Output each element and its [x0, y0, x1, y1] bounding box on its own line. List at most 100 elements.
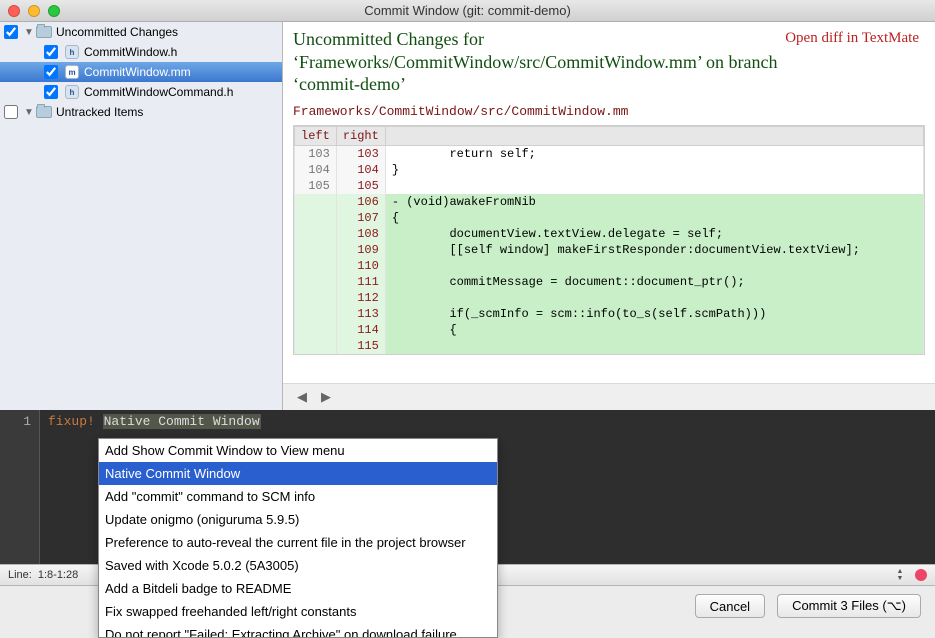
diff-row: 107{ — [295, 210, 924, 226]
autocomplete-item[interactable]: Saved with Xcode 5.0.2 (5A3005) — [99, 554, 497, 577]
macro-record-indicator[interactable] — [915, 569, 927, 581]
tree-group-label: Untracked Items — [56, 105, 143, 119]
tree-group-label: Uncommitted Changes — [56, 25, 178, 39]
tree-file-row[interactable]: h CommitWindow.h — [0, 42, 282, 62]
commit-button[interactable]: Commit 3 Files (⌥) — [777, 594, 921, 618]
diff-row: 114 { — [295, 322, 924, 338]
autocomplete-item[interactable]: Update onigmo (oniguruma 5.9.5) — [99, 508, 497, 531]
next-diff-button[interactable]: ▶ — [315, 388, 337, 406]
autocomplete-item[interactable]: Preference to auto-reveal the current fi… — [99, 531, 497, 554]
group-checkbox[interactable] — [4, 25, 18, 39]
autocomplete-popup[interactable]: Add Show Commit Window to View menuNativ… — [98, 438, 498, 638]
file-checkbox[interactable] — [44, 65, 58, 79]
tree-file-label: CommitWindow.mm — [84, 65, 191, 79]
diff-right-lineno: 104 — [336, 162, 385, 178]
diff-left-lineno — [295, 290, 337, 306]
stepper-down-icon[interactable]: ▼ — [893, 575, 907, 582]
diff-row: 108 documentView.textView.delegate = sel… — [295, 226, 924, 242]
autocomplete-item[interactable]: Add a Bitdeli badge to README — [99, 577, 497, 600]
diff-code — [385, 290, 923, 306]
diff-pane: Open diff in TextMate Uncommitted Change… — [283, 22, 935, 410]
diff-left-lineno: 104 — [295, 162, 337, 178]
autocomplete-item[interactable]: Do not report "Failed: Extracting Archiv… — [99, 623, 497, 638]
diff-left-lineno — [295, 322, 337, 338]
diff-row: 104104} — [295, 162, 924, 178]
traffic-lights — [0, 5, 60, 17]
diff-row: 105105 — [295, 178, 924, 194]
disclosure-triangle-icon[interactable]: ▼ — [24, 107, 34, 117]
diff-right-lineno: 108 — [336, 226, 385, 242]
tree-group-untracked[interactable]: ▼ Untracked Items — [0, 102, 282, 122]
diff-code: commitMessage = document::document_ptr()… — [385, 274, 923, 290]
tree-file-label: CommitWindow.h — [84, 45, 177, 59]
diff-row: 113 if(_scmInfo = scm::info(to_s(self.sc… — [295, 306, 924, 322]
diff-th-right: right — [336, 126, 385, 145]
commit-message-editor[interactable]: 1 fixup! Native Commit Window — [0, 410, 935, 438]
cancel-button[interactable]: Cancel — [695, 594, 765, 618]
source-file-icon: h — [64, 45, 80, 59]
source-file-icon: m — [64, 65, 80, 79]
diff-left-lineno — [295, 274, 337, 290]
source-file-icon: h — [64, 85, 80, 99]
file-checkbox[interactable] — [44, 45, 58, 59]
diff-code: { — [385, 210, 923, 226]
diff-code: [[self window] makeFirstResponder:docume… — [385, 242, 923, 258]
status-position: 1:8-1:28 — [38, 569, 78, 581]
diff-left-lineno — [295, 258, 337, 274]
diff-right-lineno: 109 — [336, 242, 385, 258]
minimize-window-button[interactable] — [28, 5, 40, 17]
diff-nav: ◀ ▶ — [283, 383, 935, 410]
autocomplete-item[interactable]: Native Commit Window — [99, 462, 497, 485]
diff-left-lineno — [295, 210, 337, 226]
diff-row: 111 commitMessage = document::document_p… — [295, 274, 924, 290]
diff-row: 106- (void)awakeFromNib — [295, 194, 924, 210]
disclosure-triangle-icon[interactable]: ▼ — [24, 27, 34, 37]
stepper-up-icon[interactable]: ▲ — [893, 568, 907, 575]
commit-button-row: Cancel Commit 3 Files (⌥) — [695, 594, 921, 618]
editor-selection: Native Commit Window — [103, 414, 261, 429]
diff-table-scroll[interactable]: left right 103103 return self;104104}105… — [293, 125, 925, 355]
editor-line[interactable]: fixup! Native Commit Window — [40, 410, 261, 438]
diff-code: if(_scmInfo = scm::info(to_s(self.scmPat… — [385, 306, 923, 322]
diff-left-lineno — [295, 226, 337, 242]
file-checkbox[interactable] — [44, 85, 58, 99]
diff-left-lineno — [295, 306, 337, 322]
diff-left-lineno: 105 — [295, 178, 337, 194]
diff-code — [385, 338, 923, 354]
diff-heading: Uncommitted Changes for ‘Frameworks/Comm… — [293, 28, 783, 96]
file-tree-sidebar[interactable]: ▼ Uncommitted Changes h CommitWindow.h m… — [0, 22, 283, 410]
diff-code: - (void)awakeFromNib — [385, 194, 923, 210]
diff-right-lineno: 112 — [336, 290, 385, 306]
tree-group-uncommitted[interactable]: ▼ Uncommitted Changes — [0, 22, 282, 42]
diff-right-lineno: 107 — [336, 210, 385, 226]
open-diff-link[interactable]: Open diff in TextMate — [785, 30, 919, 47]
diff-code: documentView.textView.delegate = self; — [385, 226, 923, 242]
diff-left-lineno — [295, 242, 337, 258]
status-line-label: Line: — [8, 569, 32, 581]
zoom-window-button[interactable] — [48, 5, 60, 17]
diff-right-lineno: 106 — [336, 194, 385, 210]
diff-file-path: Frameworks/CommitWindow/src/CommitWindow… — [293, 104, 925, 119]
window-title: Commit Window (git: commit-demo) — [0, 3, 935, 18]
tree-file-row-selected[interactable]: m CommitWindow.mm — [0, 62, 282, 82]
status-stepper[interactable]: ▲ ▼ — [893, 568, 907, 582]
diff-code: return self; — [385, 145, 923, 162]
window-titlebar: Commit Window (git: commit-demo) — [0, 0, 935, 22]
autocomplete-item[interactable]: Add "commit" command to SCM info — [99, 485, 497, 508]
diff-left-lineno — [295, 338, 337, 354]
diff-row: 103103 return self; — [295, 145, 924, 162]
autocomplete-item[interactable]: Fix swapped freehanded left/right consta… — [99, 600, 497, 623]
diff-row: 115 — [295, 338, 924, 354]
tree-file-label: CommitWindowCommand.h — [84, 85, 233, 99]
close-window-button[interactable] — [8, 5, 20, 17]
diff-left-lineno — [295, 194, 337, 210]
prev-diff-button[interactable]: ◀ — [291, 388, 313, 406]
diff-right-lineno: 111 — [336, 274, 385, 290]
diff-code — [385, 178, 923, 194]
tree-file-row[interactable]: h CommitWindowCommand.h — [0, 82, 282, 102]
autocomplete-item[interactable]: Add Show Commit Window to View menu — [99, 439, 497, 462]
group-checkbox[interactable] — [4, 105, 18, 119]
diff-right-lineno: 103 — [336, 145, 385, 162]
fixup-keyword: fixup! — [48, 414, 103, 429]
diff-th-code — [385, 126, 923, 145]
